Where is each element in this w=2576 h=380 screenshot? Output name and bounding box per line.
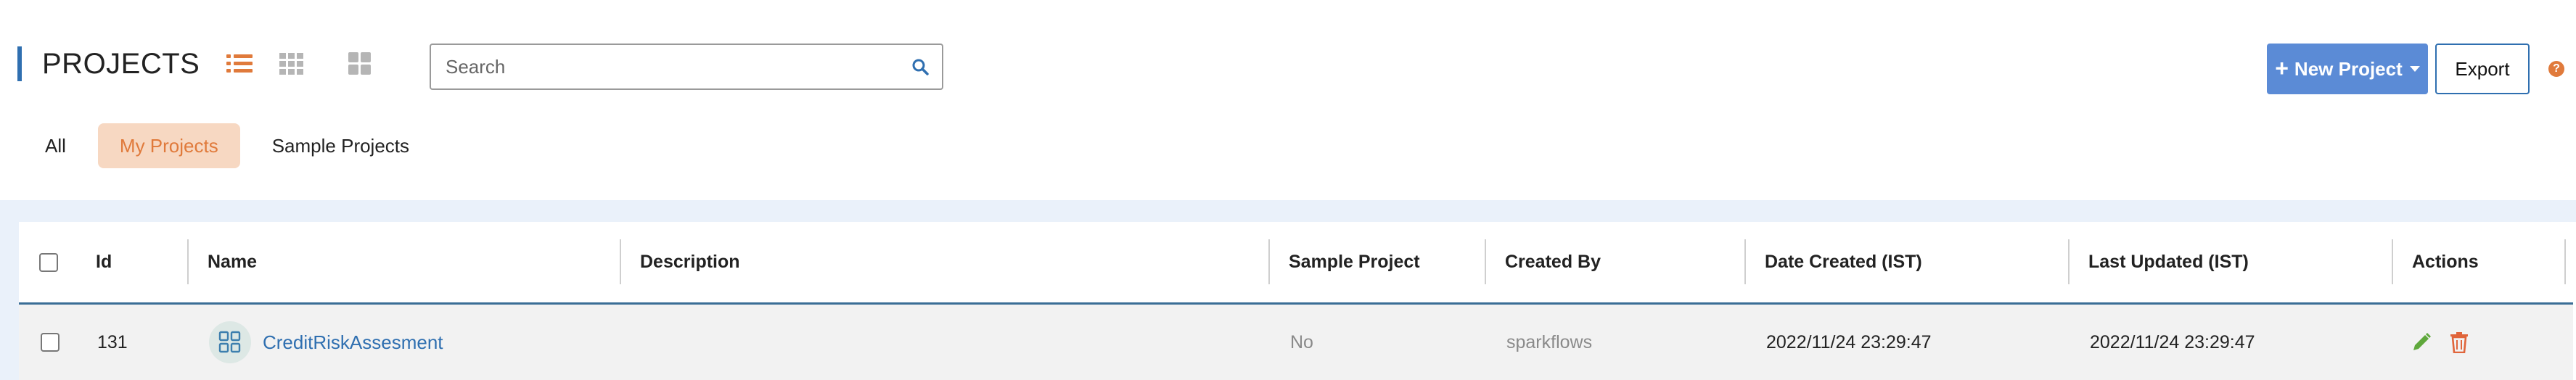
column-header-last-updated[interactable]: Last Updated (IST) (2088, 222, 2249, 302)
tab-all[interactable]: All (29, 123, 88, 168)
select-all-cell (39, 222, 58, 302)
cell-date-created: 2022/11/24 23:29:47 (1766, 331, 1932, 352)
row-select-cell (41, 305, 60, 380)
plus-icon: + (2275, 54, 2289, 81)
search-icon[interactable] (898, 45, 942, 88)
grid-view-icon[interactable] (277, 49, 306, 78)
project-tabs: All My Projects Sample Projects (29, 123, 431, 168)
search-box (430, 44, 943, 90)
cell-id: 131 (97, 331, 128, 352)
projects-table: Id Name Description Sample Project Creat… (19, 222, 2576, 380)
cell-created-by: sparkflows (1506, 331, 1593, 352)
title-accent-bar (17, 46, 22, 81)
chevron-down-icon (2409, 66, 2420, 72)
column-header-date-created[interactable]: Date Created (IST) (1765, 222, 1922, 302)
help-icon[interactable]: ? (2548, 61, 2564, 77)
tile-view-icon[interactable] (345, 49, 374, 78)
column-header-name[interactable]: Name (208, 222, 257, 302)
row-checkbox[interactable] (41, 333, 60, 352)
column-divider (2392, 239, 2393, 284)
edit-icon[interactable] (2409, 330, 2434, 355)
table-header: Id Name Description Sample Project Creat… (19, 222, 2573, 305)
column-divider (1268, 239, 1270, 284)
project-name-link[interactable]: CreditRiskAssesment (263, 331, 443, 354)
table-row[interactable]: 131 CreditRiskAssesment No sparkflows 20… (19, 305, 2573, 380)
export-button[interactable]: Export (2435, 44, 2530, 94)
cell-sample-project: No (1290, 331, 1313, 352)
list-view-icon[interactable] (225, 49, 254, 78)
cell-last-updated: 2022/11/24 23:29:47 (2090, 331, 2255, 352)
project-icon (209, 321, 251, 363)
column-header-actions: Actions (2412, 252, 2479, 272)
column-header-id[interactable]: Id (96, 222, 112, 302)
column-divider (620, 239, 621, 284)
table-container: Id Name Description Sample Project Creat… (0, 200, 2576, 380)
page-title: PROJECTS (42, 48, 200, 80)
column-divider (1744, 239, 1746, 284)
cell-actions (2409, 305, 2472, 380)
search-input[interactable] (431, 45, 898, 88)
new-project-label: New Project (2294, 57, 2403, 80)
view-switcher (225, 49, 374, 78)
column-header-sample-project[interactable]: Sample Project (1289, 222, 1420, 302)
select-all-checkbox[interactable] (39, 252, 58, 272)
cell-name: CreditRiskAssesment (209, 305, 443, 380)
tab-sample-projects[interactable]: Sample Projects (250, 123, 431, 168)
new-project-button[interactable]: + New Project (2267, 44, 2428, 94)
column-divider (187, 239, 189, 284)
column-header-created-by[interactable]: Created By (1505, 222, 1601, 302)
delete-icon[interactable] (2447, 330, 2472, 355)
column-header-description[interactable]: Description (640, 222, 740, 302)
column-divider (2068, 239, 2070, 284)
column-divider (2564, 239, 2566, 284)
tab-my-projects[interactable]: My Projects (97, 123, 240, 168)
column-divider (1485, 239, 1486, 284)
